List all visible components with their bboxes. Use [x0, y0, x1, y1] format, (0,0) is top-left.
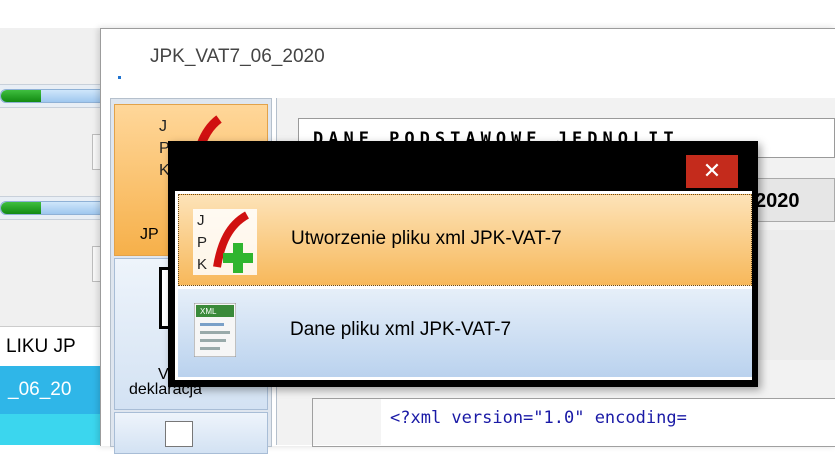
progress-bar: [0, 201, 106, 215]
progress-strip-2: [0, 196, 112, 220]
desktop-top: [0, 0, 835, 28]
jpk-add-icon: J P K: [193, 209, 257, 275]
svg-text:P: P: [197, 234, 207, 251]
progress-strip-1: [0, 84, 112, 108]
xml-line: <?xml version="1.0" encoding=: [390, 408, 687, 428]
menu-item-xml-data[interactable]: XML Dane pliku xml JPK-VAT-7: [178, 289, 752, 377]
file-label: LIKU JP: [0, 326, 112, 366]
row-highlight: [0, 414, 112, 445]
sidebar-button-3[interactable]: [114, 412, 268, 454]
xml-file-icon: XML: [194, 303, 236, 357]
svg-text:K: K: [197, 256, 207, 273]
menu-item-label: Utworzenie pliku xml JPK-VAT-7: [291, 228, 562, 249]
svg-text:XML: XML: [200, 307, 217, 316]
sidebar-label: JP: [140, 226, 159, 243]
selected-row[interactable]: _06_20: [0, 366, 112, 414]
window-title: JPK_VAT7_06_2020: [150, 46, 325, 67]
svg-text:J: J: [159, 118, 167, 135]
xml-gutter: [313, 399, 381, 445]
svg-text:J: J: [197, 212, 205, 229]
progress-bar-fill: [1, 90, 41, 102]
app-icon: [118, 76, 121, 79]
menu-item-label: Dane pliku xml JPK-VAT-7: [290, 319, 512, 340]
form-icon: [165, 421, 193, 447]
close-button[interactable]: ✕: [686, 155, 738, 188]
progress-bar-fill: [1, 202, 41, 214]
menu-item-create-xml[interactable]: J P K Utworzenie pliku xml JPK-VAT-7: [178, 194, 752, 286]
progress-bar: [0, 89, 106, 103]
